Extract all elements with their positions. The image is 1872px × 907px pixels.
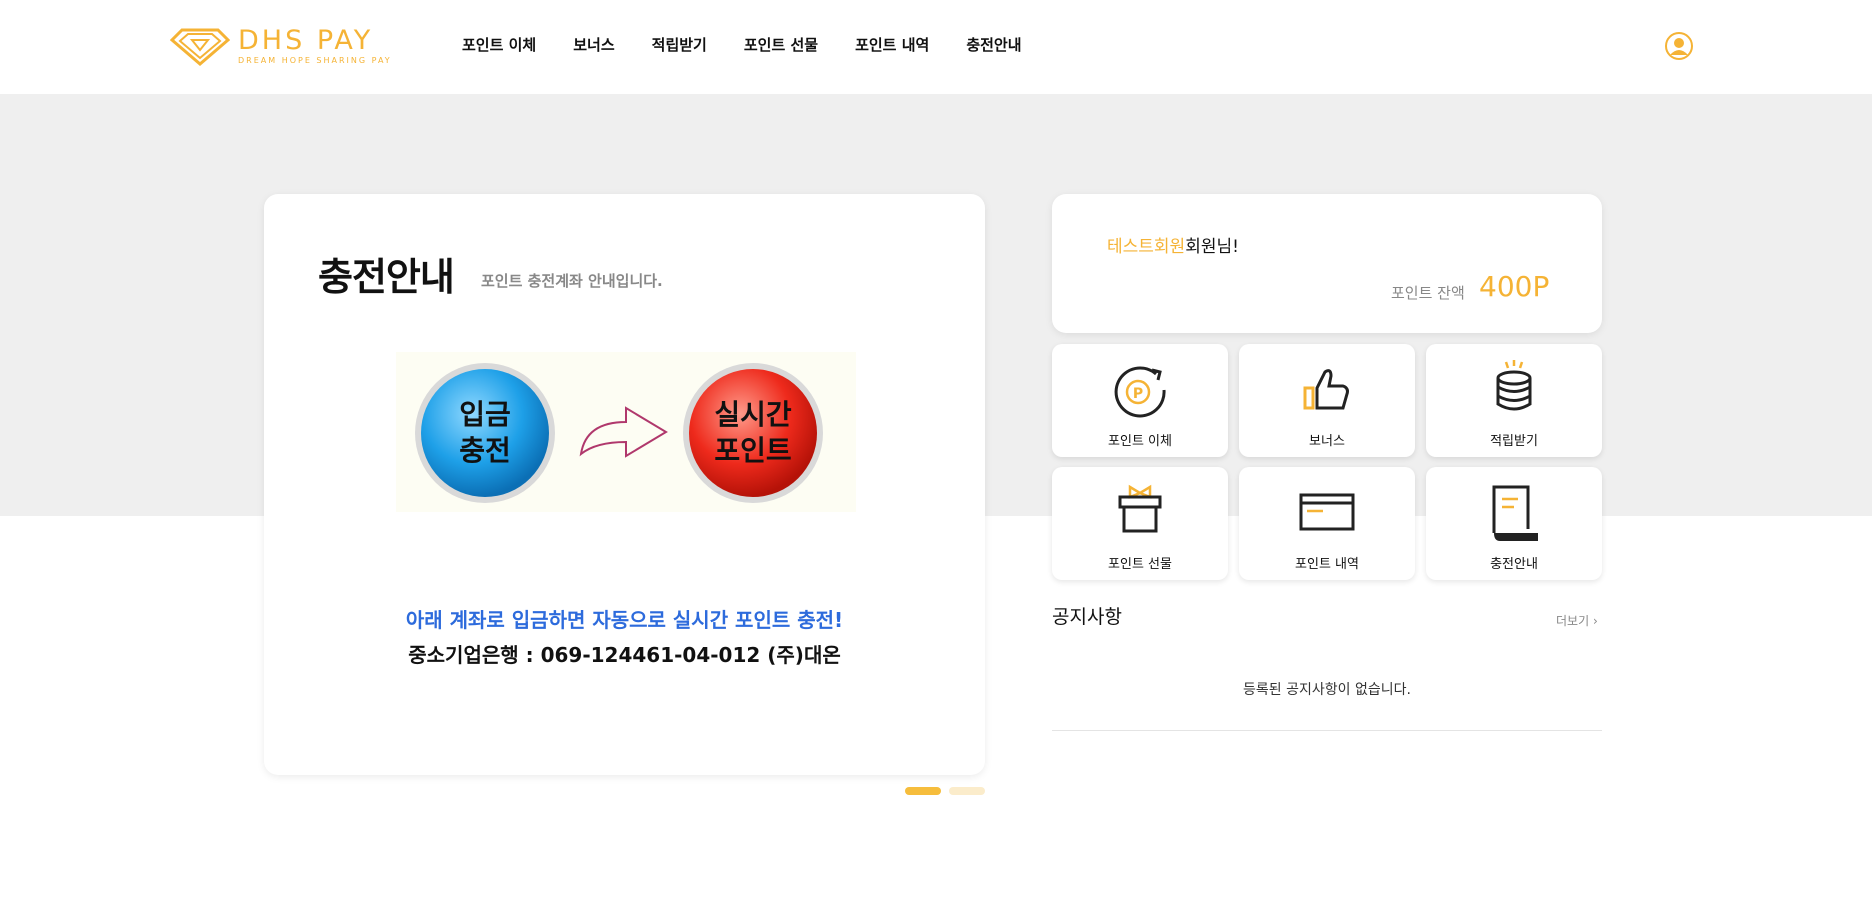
gift-box-icon: [1118, 484, 1162, 533]
header: DHS PAY DREAM HOPE SHARING PAY 포인트 이체 보너…: [0, 0, 1872, 94]
balance-label: 포인트 잔액: [1391, 284, 1465, 302]
page-subtitle: 포인트 충전계좌 안내입니다.: [481, 272, 663, 290]
thumbs-up-icon: [1303, 369, 1349, 410]
main-nav: 포인트 이체 보너스 적립받기 포인트 선물 포인트 내역 충전안내: [462, 34, 1059, 55]
tile-charge-guide[interactable]: 충전안내: [1426, 467, 1602, 580]
notice-empty-message: 등록된 공지사항이 없습니다.: [1243, 682, 1411, 698]
banner-left-line1: 입금: [459, 398, 511, 431]
logo-title: DHS PAY: [238, 25, 374, 56]
notice-more-link[interactable]: 더보기 ›: [1556, 612, 1598, 629]
member-name: 테스트회원: [1107, 237, 1186, 257]
tile-earn[interactable]: 적립받기: [1426, 344, 1602, 457]
balance-value: 400P: [1479, 270, 1550, 303]
charge-banner: 입금 충전 실시간 포인트: [396, 352, 856, 512]
tile-label: 충전안내: [1490, 557, 1538, 572]
nav-point-history[interactable]: 포인트 내역: [855, 34, 929, 55]
notice-divider: [1052, 730, 1602, 731]
logo-tagline: DREAM HOPE SHARING PAY: [238, 56, 392, 65]
charge-banner-illustration: 입금 충전 실시간 포인트: [415, 363, 823, 503]
point-transfer-icon: P: [1114, 366, 1166, 418]
notice-title: 공지사항: [1052, 606, 1122, 628]
chevron-right-icon: ›: [1592, 614, 1598, 628]
page-title: 충전안내: [318, 255, 455, 299]
tile-label: 포인트 이체: [1108, 434, 1172, 449]
card-icon: [1299, 493, 1355, 531]
banner-right-line2: 포인트: [714, 434, 791, 467]
svg-text:P: P: [1133, 386, 1143, 402]
charge-notice-line: 아래 계좌로 입금하면 자동으로 실시간 포인트 충전!: [405, 608, 844, 632]
tile-point-history[interactable]: 포인트 내역: [1239, 467, 1415, 580]
member-card: 테스트회원회원님! 포인트 잔액 400P: [1052, 194, 1602, 333]
coin-stack-icon: [1496, 360, 1532, 411]
tile-label: 포인트 내역: [1295, 557, 1359, 572]
tile-bonus[interactable]: 보너스: [1239, 344, 1415, 457]
tile-label: 보너스: [1309, 434, 1345, 449]
slide-dot-active[interactable]: [905, 787, 941, 795]
user-circle-icon[interactable]: [1665, 32, 1693, 60]
document-icon: [1492, 485, 1538, 541]
more-label: 더보기: [1556, 614, 1590, 628]
slide-dot[interactable]: [949, 787, 985, 795]
banner-right-line1: 실시간: [714, 398, 792, 431]
nav-point-gift[interactable]: 포인트 선물: [744, 34, 818, 55]
nav-earn[interactable]: 적립받기: [652, 34, 707, 55]
tile-point-gift[interactable]: 포인트 선물: [1052, 467, 1228, 580]
diamond-logo-icon: [170, 28, 230, 66]
logo[interactable]: DHS PAY DREAM HOPE SHARING PAY: [170, 24, 390, 68]
nav-point-transfer[interactable]: 포인트 이체: [462, 34, 536, 55]
tile-point-transfer[interactable]: P 포인트 이체: [1052, 344, 1228, 457]
member-greeting: 테스트회원회원님!: [1107, 232, 1239, 257]
bank-account-line: 중소기업은행 : 069-124461-04-012 (주)대온: [408, 643, 841, 667]
tile-label: 포인트 선물: [1108, 557, 1172, 572]
charge-guide-card: 충전안내 포인트 충전계좌 안내입니다. 입금 충전 실시간 포인트 아래 계좌…: [264, 194, 985, 775]
nav-charge-guide[interactable]: 충전안내: [966, 34, 1021, 55]
nav-bonus[interactable]: 보너스: [573, 34, 614, 55]
banner-left-line2: 충전: [459, 434, 511, 467]
tile-label: 적립받기: [1490, 434, 1538, 449]
member-suffix: 회원님!: [1185, 237, 1239, 257]
